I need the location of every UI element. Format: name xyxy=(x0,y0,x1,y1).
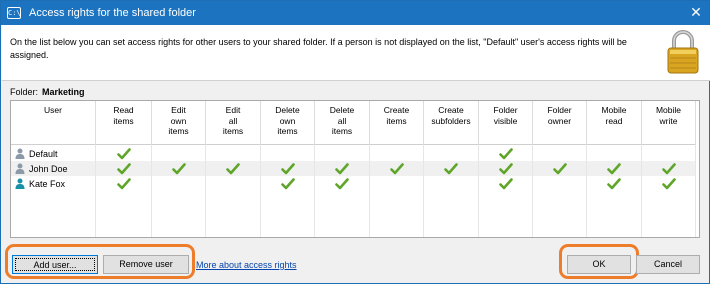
right-cell[interactable] xyxy=(587,146,642,161)
column-header: Mobile write xyxy=(642,101,696,145)
title-bar[interactable]: C:\ Access rights for the shared folder … xyxy=(1,1,709,25)
user-cell[interactable]: Kate Fox xyxy=(11,176,96,191)
add-user-label: Add user... xyxy=(15,258,95,271)
user-name: Kate Fox xyxy=(29,178,66,189)
checkmark-icon xyxy=(498,162,513,174)
table-row[interactable]: Kate Fox xyxy=(11,176,696,191)
column-header: Mobile read xyxy=(587,101,642,145)
right-cell[interactable] xyxy=(370,146,424,161)
column-header: Delete all items xyxy=(315,101,370,145)
right-cell[interactable] xyxy=(261,161,315,176)
checkmark-icon xyxy=(552,162,567,174)
more-about-access-rights-link[interactable]: More about access rights xyxy=(196,260,297,270)
right-cell[interactable] xyxy=(370,161,424,176)
right-cell[interactable] xyxy=(479,161,533,176)
checkmark-icon xyxy=(335,162,349,174)
right-cell[interactable] xyxy=(587,176,642,191)
column-header: Create subfolders xyxy=(424,101,479,145)
window-title: Access rights for the shared folder xyxy=(29,7,196,19)
user-cell[interactable]: John Doe xyxy=(11,161,96,176)
right-cell[interactable] xyxy=(261,146,315,161)
folder-info: Folder: Marketing xyxy=(10,87,85,97)
checkmark-icon xyxy=(607,177,621,189)
column-header: Folder owner xyxy=(533,101,587,145)
right-cell[interactable] xyxy=(533,146,587,161)
column-header-user: User xyxy=(11,101,96,145)
right-cell[interactable] xyxy=(315,161,370,176)
right-cell[interactable] xyxy=(152,161,206,176)
column-header: Edit all items xyxy=(206,101,261,145)
checkmark-icon xyxy=(280,162,295,174)
right-cell[interactable] xyxy=(533,161,587,176)
checkmark-icon xyxy=(171,162,186,174)
right-cell[interactable] xyxy=(642,176,696,191)
right-cell[interactable] xyxy=(533,176,587,191)
ok-button[interactable]: OK xyxy=(567,255,631,274)
close-icon[interactable]: ✕ xyxy=(687,4,705,22)
column-header: Edit own items xyxy=(152,101,206,145)
right-cell[interactable] xyxy=(315,176,370,191)
column-header: Create items xyxy=(370,101,424,145)
description-panel: On the list below you can set access rig… xyxy=(2,25,710,81)
right-cell[interactable] xyxy=(642,161,696,176)
checkmark-icon xyxy=(280,177,295,189)
checkmark-icon xyxy=(116,147,131,159)
add-user-button[interactable]: Add user... xyxy=(12,255,98,274)
checkmark-icon xyxy=(389,162,404,174)
checkmark-icon xyxy=(444,162,458,174)
column-header: Delete own items xyxy=(261,101,315,145)
right-cell[interactable] xyxy=(96,146,152,161)
right-cell[interactable] xyxy=(315,146,370,161)
user-teal-icon xyxy=(15,178,25,189)
user-gray-icon xyxy=(15,163,25,174)
right-cell[interactable] xyxy=(206,161,261,176)
table-row[interactable]: John Doe xyxy=(11,161,696,176)
cancel-button[interactable]: Cancel xyxy=(636,255,700,274)
user-name: Default xyxy=(29,148,58,159)
checkmark-icon xyxy=(335,177,349,189)
description-text: On the list below you can set access rig… xyxy=(10,37,627,60)
checkmark-icon xyxy=(661,162,676,174)
checkmark-icon xyxy=(498,147,513,159)
right-cell[interactable] xyxy=(206,176,261,191)
right-cell[interactable] xyxy=(642,146,696,161)
checkmark-icon xyxy=(116,177,131,189)
folder-name: Marketing xyxy=(42,87,85,97)
right-cell[interactable] xyxy=(152,146,206,161)
column-header: Folder visible xyxy=(479,101,533,145)
right-cell[interactable] xyxy=(370,176,424,191)
dialog-window: C:\ Access rights for the shared folder … xyxy=(0,0,710,284)
table-row[interactable]: Default xyxy=(11,146,696,161)
app-icon: C:\ xyxy=(7,7,21,19)
folder-label: Folder: xyxy=(10,87,39,97)
user-name: John Doe xyxy=(29,163,68,174)
table-header: User Read items Edit own items Edit all ite… xyxy=(11,101,696,145)
right-cell[interactable] xyxy=(261,176,315,191)
right-cell[interactable] xyxy=(96,161,152,176)
access-rights-table[interactable]: User Read items Edit own items Edit all ite… xyxy=(10,100,700,238)
padlock-icon xyxy=(667,30,699,74)
right-cell[interactable] xyxy=(152,176,206,191)
right-cell[interactable] xyxy=(424,146,479,161)
checkmark-icon xyxy=(498,177,513,189)
checkmark-icon xyxy=(116,162,131,174)
right-cell[interactable] xyxy=(96,176,152,191)
checkmark-icon xyxy=(607,162,621,174)
user-cell[interactable]: Default xyxy=(11,146,96,161)
remove-user-button[interactable]: Remove user xyxy=(103,255,189,274)
right-cell[interactable] xyxy=(424,176,479,191)
right-cell[interactable] xyxy=(479,176,533,191)
right-cell[interactable] xyxy=(587,161,642,176)
checkmark-icon xyxy=(661,177,676,189)
right-cell[interactable] xyxy=(479,146,533,161)
user-gray-icon xyxy=(15,148,25,159)
right-cell[interactable] xyxy=(206,146,261,161)
right-cell[interactable] xyxy=(424,161,479,176)
checkmark-icon xyxy=(226,162,240,174)
column-header: Read items xyxy=(96,101,152,145)
